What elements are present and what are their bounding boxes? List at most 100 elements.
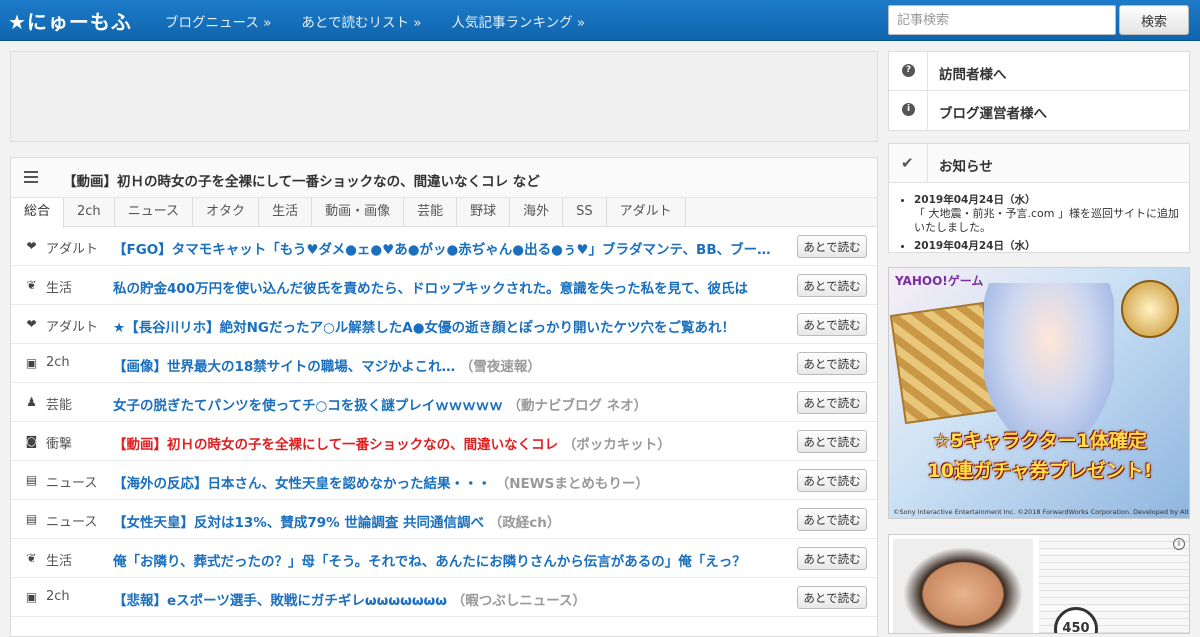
item-title-link[interactable]: 【FGO】タマモキャット「もう♥ダメ●ェ●♥あ●がッ●赤ぢゃん●出る●ぅ♥」ブラ…	[113, 238, 773, 258]
read-later-button[interactable]: あとで読む	[797, 313, 867, 336]
character-image	[984, 283, 1114, 443]
list-item: ❦ 生活 私の貯金400万円を使い込んだ彼氏を責めたら、ドロップキックされた。意識を…	[11, 266, 877, 305]
item-category[interactable]: アダルト	[46, 238, 98, 257]
item-category[interactable]: 芸能	[46, 394, 72, 413]
item-category[interactable]: 生活	[46, 277, 72, 296]
notice-box: ✔ お知らせ 2019年04月24日（水） 「 大地震・前兆・予言.com 」様…	[888, 143, 1190, 253]
notice-text[interactable]: 「 大地震・前兆・予言.com 」様を巡回サイトに追加いたしました。	[914, 207, 1179, 235]
main-nav: ブログニュース » あとで読むリスト » 人気記事ランキング »	[165, 11, 615, 31]
item-source: （暇つぶしニュース）	[451, 593, 587, 609]
read-later-button[interactable]: あとで読む	[797, 586, 867, 609]
list-item: ▤ ニュース 【女性天皇】反対は13%、賛成79% 世論調査 共同通信調べ （政経c…	[11, 500, 877, 539]
item-title-link[interactable]: 【悲報】eスポーツ選手、敗戦にガチギレωωωωωωω （暇つぶしニュース）	[113, 589, 773, 609]
tab-3[interactable]: オタク	[193, 198, 260, 227]
item-category[interactable]: 生活	[46, 550, 72, 569]
sidebar-item-label: 訪問者様へ	[939, 67, 1007, 83]
tab-2[interactable]: ニュース	[115, 198, 194, 227]
item-category[interactable]: 2ch	[46, 355, 70, 370]
search-input[interactable]	[888, 5, 1116, 35]
heart-icon: ❤	[26, 239, 37, 253]
read-later-button[interactable]: あとで読む	[797, 352, 867, 375]
heart-icon: ❤	[26, 317, 37, 331]
nav-read-later-list[interactable]: あとで読むリスト »	[301, 11, 421, 31]
tab-5[interactable]: 動画・画像	[312, 198, 405, 227]
list-item: ♟ 芸能 女子の脱ぎたてパンツを使ってチ○コを扱く謎プレイｗｗｗｗｗ （動ナビブログ…	[11, 383, 877, 422]
tab-0[interactable]: 総合	[11, 198, 65, 228]
notice-list: 2019年04月24日（水） 「 大地震・前兆・予言.com 」様を巡回サイトに…	[889, 183, 1189, 251]
user-icon: ♟	[26, 395, 37, 409]
notice-date: 2019年04月24日（水）	[914, 194, 1036, 206]
game-emblem-icon	[1121, 280, 1179, 338]
calendar-icon: ▣	[25, 356, 38, 370]
notice-date: 2019年04月24日（水）	[914, 240, 1036, 251]
site-logo[interactable]: ★にゅーもふ	[8, 6, 132, 35]
sidebar-item-label: ブログ運営者様へ	[939, 106, 1047, 122]
question-icon: ?	[902, 64, 915, 77]
item-category[interactable]: 2ch	[46, 589, 70, 604]
tab-1[interactable]: 2ch	[64, 198, 115, 227]
tab-4[interactable]: 生活	[259, 198, 313, 227]
sidebar-item-visitors[interactable]: ? 訪問者様へ	[889, 52, 1189, 91]
second-ad-banner[interactable]: 450 i	[888, 534, 1190, 634]
newspaper-icon: ▤	[25, 473, 38, 487]
panel-title[interactable]: 【動画】初Ｈの時女の子を全裸にして一番ショックなの、間違いなくコレ など	[63, 170, 540, 190]
read-later-button[interactable]: あとで読む	[797, 391, 867, 414]
read-later-button[interactable]: あとで読む	[797, 508, 867, 531]
item-title-link[interactable]: 【海外の反応】日本さん、女性天皇を認めなかった結果・・・ （NEWSまとめもりー…	[113, 472, 773, 492]
list-item: ▣ 2ch 【悲報】eスポーツ選手、敗戦にガチギレωωωωωωω （暇つぶしニュース…	[11, 578, 877, 617]
gacha-cards-image	[889, 301, 1000, 425]
item-title-link[interactable]: ★【長谷川リホ】絶対NGだったア○ル解禁したA●女優の逝き顔とぽっかり開いたケツ…	[113, 316, 773, 336]
list-icon	[24, 171, 38, 183]
item-title-link[interactable]: 【女性天皇】反対は13%、賛成79% 世論調査 共同通信調べ （政経ch）	[113, 511, 773, 531]
list-item: ❤ アダルト 【FGO】タマモキャット「もう♥ダメ●ェ●♥あ●がッ●赤ぢゃん●出る●…	[11, 227, 877, 266]
nav-popular-ranking[interactable]: 人気記事ランキング »	[452, 11, 586, 31]
tab-9[interactable]: SS	[563, 198, 607, 227]
sidebar-item-blog-owners[interactable]: i ブログ運営者様へ	[889, 91, 1189, 130]
camera-icon: ◙	[25, 434, 38, 448]
list-item: ▤ ニュース 【海外の反応】日本さん、女性天皇を認めなかった結果・・・ （NEWSま…	[11, 461, 877, 500]
tab-6[interactable]: 芸能	[404, 198, 458, 227]
item-title-link[interactable]: 女子の脱ぎたてパンツを使ってチ○コを扱く謎プレイｗｗｗｗｗ （動ナビブログ ネオ…	[113, 394, 773, 414]
panel-header: 【動画】初Ｈの時女の子を全裸にして一番ショックなの、間違いなくコレ など	[11, 158, 877, 198]
read-later-button[interactable]: あとで読む	[797, 274, 867, 297]
item-category[interactable]: 衝撃	[46, 433, 72, 452]
banner-credit: ©Sony Interactive Entertainment Inc. ©20…	[893, 508, 1190, 516]
read-later-button[interactable]: あとで読む	[797, 430, 867, 453]
item-category[interactable]: アダルト	[46, 316, 98, 335]
item-source: （政経ch）	[488, 515, 561, 531]
leaf-icon: ❦	[26, 551, 37, 565]
read-later-button[interactable]: あとで読む	[797, 469, 867, 492]
check-icon: ✔	[901, 154, 914, 172]
notice-header: ✔ お知らせ	[889, 144, 1189, 183]
ad-info-icon[interactable]: i	[1173, 538, 1185, 550]
category-tabs: 総合 2ch ニュース オタク 生活 動画・画像 芸能 野球 海外 SS アダルト	[11, 198, 877, 228]
notice-title: お知らせ	[939, 159, 993, 175]
item-title-link[interactable]: 私の貯金400万円を使い込んだ彼氏を責めたら、ドロップキックされた。意識を失った…	[113, 277, 773, 297]
top-ad-area	[10, 51, 878, 142]
article-list-panel: 【動画】初Ｈの時女の子を全裸にして一番ショックなの、間違いなくコレ など 総合 2…	[10, 157, 878, 637]
search-button[interactable]: 検索	[1119, 5, 1189, 35]
item-source: （動ナビブログ ネオ）	[507, 398, 648, 414]
yahoo-game-logo: YAHOO!ゲーム	[895, 274, 984, 288]
tab-8[interactable]: 海外	[510, 198, 564, 227]
item-title-link[interactable]: 【動画】初Ｈの時女の子を全裸にして一番ショックなの、間違いなくコレ （ポッカキッ…	[113, 433, 773, 453]
list-item: ❤ アダルト ★【長谷川リホ】絶対NGだったア○ル解禁したA●女優の逝き顔とぽっかり…	[11, 305, 877, 344]
article-list: ❤ アダルト 【FGO】タマモキャット「もう♥ダメ●ェ●♥あ●がッ●赤ぢゃん●出る●…	[11, 227, 877, 617]
nav-blog-news[interactable]: ブログニュース »	[165, 11, 271, 31]
tab-10[interactable]: アダルト	[607, 198, 686, 227]
item-category[interactable]: ニュース	[46, 511, 97, 530]
list-item: ◙ 衝撃 【動画】初Ｈの時女の子を全裸にして一番ショックなの、間違いなくコレ （ポッ…	[11, 422, 877, 461]
read-later-button[interactable]: あとで読む	[797, 547, 867, 570]
item-source: （NEWSまとめもりー）	[495, 476, 649, 492]
newspaper-icon: ▤	[25, 512, 38, 526]
list-item: ❦ 生活 俺「お隣り、葬式だったの？」母「そう。それでね、あんたにお隣りさんから伝言…	[11, 539, 877, 578]
read-later-button[interactable]: あとで読む	[797, 235, 867, 258]
game-ad-banner[interactable]: YAHOO!ゲーム ☆5キャラクター1体確定 10連ガチャ券プレゼント! ©So…	[888, 267, 1190, 519]
item-category[interactable]: ニュース	[46, 472, 97, 491]
sidebar-links: ? 訪問者様へ i ブログ運営者様へ	[888, 51, 1190, 131]
item-title-link[interactable]: 【画像】世界最大の18禁サイトの職場、マジかよこれ… （雪夜速報）	[113, 355, 773, 375]
calendar-icon: ▣	[25, 590, 38, 604]
item-title-link[interactable]: 俺「お隣り、葬式だったの？」母「そう。それでね、あんたにお隣りさんから伝言がある…	[113, 550, 773, 570]
notice-item: 2019年04月24日（水） 「 大地震・前兆・予言.com 」様を巡回サイトに…	[914, 193, 1179, 235]
tab-7[interactable]: 野球	[457, 198, 511, 227]
